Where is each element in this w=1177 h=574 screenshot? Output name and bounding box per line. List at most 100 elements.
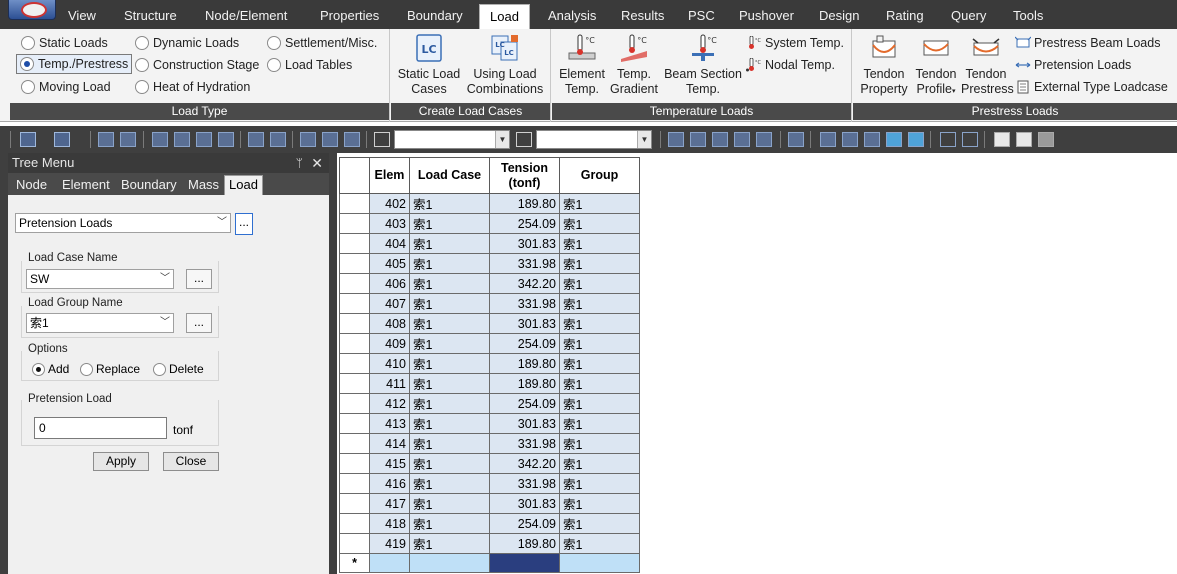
cell-elem[interactable]: 409 xyxy=(369,333,410,354)
cell-elem[interactable]: 407 xyxy=(369,293,410,314)
unselect-all-icon[interactable] xyxy=(344,132,360,147)
row-header[interactable] xyxy=(339,233,370,254)
cell-group[interactable]: 索1 xyxy=(559,473,640,494)
radio-dynamic-loads[interactable]: Dynamic Loads xyxy=(132,33,239,53)
tendon-profile-button[interactable]: Tendon Profile▾ xyxy=(911,33,961,99)
active-all-icon[interactable] xyxy=(712,132,728,147)
table-row[interactable]: 408 索1 301.83 索1 xyxy=(339,313,640,334)
select-all-icon[interactable] xyxy=(248,132,264,147)
cell-tension[interactable]: 254.09 xyxy=(489,333,560,354)
inactivate-icon[interactable] xyxy=(690,132,706,147)
select-intersect-icon[interactable] xyxy=(174,132,190,147)
new-row-cell-elem[interactable] xyxy=(369,553,410,573)
cell-elem[interactable]: 402 xyxy=(369,193,410,214)
cell-load-case[interactable]: 索1 xyxy=(409,313,490,334)
row-header[interactable] xyxy=(339,433,370,454)
cell-group[interactable]: 索1 xyxy=(559,533,640,554)
row-header[interactable] xyxy=(339,493,370,514)
cell-load-case[interactable]: 索1 xyxy=(409,453,490,474)
tab-element[interactable]: Element xyxy=(62,177,110,192)
identity-type-combo[interactable]: ▼ xyxy=(394,130,510,149)
cell-elem[interactable]: 411 xyxy=(369,373,410,394)
radio-settlement-misc[interactable]: Settlement/Misc. xyxy=(264,33,377,53)
element-temp-button[interactable]: °C Element Temp. xyxy=(554,33,610,97)
table-row[interactable]: 407 索1 331.98 索1 xyxy=(339,293,640,314)
table-row[interactable]: 419 索1 189.80 索1 xyxy=(339,533,640,554)
row-header[interactable] xyxy=(339,333,370,354)
new-row[interactable]: * xyxy=(339,553,640,573)
display-icon[interactable] xyxy=(886,132,902,147)
cell-load-case[interactable]: 索1 xyxy=(409,333,490,354)
hidden-icon[interactable] xyxy=(842,132,858,147)
cell-elem[interactable]: 404 xyxy=(369,233,410,254)
column-header-tension[interactable]: Tension (tonf) xyxy=(489,157,560,194)
cell-load-case[interactable]: 索1 xyxy=(409,433,490,454)
menu-node-element[interactable]: Node/Element xyxy=(205,8,287,23)
tab-load[interactable]: Load xyxy=(224,175,263,195)
row-header[interactable] xyxy=(339,373,370,394)
row-header[interactable] xyxy=(339,313,370,334)
cell-elem[interactable]: 405 xyxy=(369,253,410,274)
load-group-name-select[interactable]: 索1 ﹀ xyxy=(26,313,174,333)
lock-icon[interactable] xyxy=(1016,132,1032,147)
select-previous-icon[interactable] xyxy=(270,132,286,147)
cell-elem[interactable]: 414 xyxy=(369,433,410,454)
cell-group[interactable]: 索1 xyxy=(559,213,640,234)
node-number-icon[interactable] xyxy=(940,132,956,147)
cell-elem[interactable]: 413 xyxy=(369,413,410,434)
cell-tension[interactable]: 301.83 xyxy=(489,233,560,254)
prestress-beam-loads-button[interactable]: Prestress Beam Loads xyxy=(1015,34,1160,52)
select-volume-icon[interactable] xyxy=(218,132,234,147)
load-type-select[interactable]: Pretension Loads ﹀ xyxy=(15,213,231,233)
active-previous-icon[interactable] xyxy=(756,132,772,147)
row-header[interactable] xyxy=(339,253,370,274)
radio-static-loads[interactable]: Static Loads xyxy=(18,33,108,53)
pin-icon[interactable]: ᛘ xyxy=(296,153,303,173)
redo-icon[interactable] xyxy=(54,132,70,147)
table-row[interactable]: 413 索1 301.83 索1 xyxy=(339,413,640,434)
table-row[interactable]: 412 索1 254.09 索1 xyxy=(339,393,640,414)
cell-group[interactable]: 索1 xyxy=(559,313,640,334)
static-load-cases-button[interactable]: LC Static Load Cases xyxy=(397,33,461,97)
cell-tension[interactable]: 342.20 xyxy=(489,453,560,474)
cell-group[interactable]: 索1 xyxy=(559,513,640,534)
cell-tension[interactable]: 331.98 xyxy=(489,433,560,454)
table-row[interactable]: 415 索1 342.20 索1 xyxy=(339,453,640,474)
undo-icon[interactable] xyxy=(20,132,36,147)
cell-elem[interactable]: 418 xyxy=(369,513,410,534)
cell-elem[interactable]: 416 xyxy=(369,473,410,494)
table-row[interactable]: 418 索1 254.09 索1 xyxy=(339,513,640,534)
radio-load-tables[interactable]: Load Tables xyxy=(264,55,352,75)
cell-elem[interactable]: 417 xyxy=(369,493,410,514)
menu-view[interactable]: View xyxy=(68,8,96,23)
close-icon[interactable]: ✕ xyxy=(311,153,323,173)
row-header[interactable] xyxy=(339,513,370,534)
cell-group[interactable]: 索1 xyxy=(559,373,640,394)
select-polygon-icon[interactable] xyxy=(152,132,168,147)
cell-group[interactable]: 索1 xyxy=(559,353,640,374)
menu-analysis[interactable]: Analysis xyxy=(548,8,596,23)
cell-load-case[interactable]: 索1 xyxy=(409,473,490,494)
table-row[interactable]: 405 索1 331.98 索1 xyxy=(339,253,640,274)
cell-load-case[interactable]: 索1 xyxy=(409,493,490,514)
menu-tools[interactable]: Tools xyxy=(1013,8,1043,23)
radio-moving-load[interactable]: Moving Load xyxy=(18,77,111,97)
new-row-cell-load-case[interactable] xyxy=(409,553,490,573)
menu-psc[interactable]: PSC xyxy=(688,8,715,23)
row-header[interactable] xyxy=(339,413,370,434)
menu-boundary[interactable]: Boundary xyxy=(407,8,463,23)
active-identity-icon[interactable] xyxy=(788,132,804,147)
table-row[interactable]: 402 索1 189.80 索1 xyxy=(339,193,640,214)
table-row[interactable]: 403 索1 254.09 索1 xyxy=(339,213,640,234)
cell-tension[interactable]: 331.98 xyxy=(489,473,560,494)
table-row[interactable]: 409 索1 254.09 索1 xyxy=(339,333,640,354)
cell-group[interactable]: 索1 xyxy=(559,233,640,254)
beam-section-temp-button[interactable]: °C Beam Section Temp. xyxy=(660,33,746,97)
cell-load-case[interactable]: 索1 xyxy=(409,353,490,374)
zoom-fit-icon[interactable] xyxy=(820,132,836,147)
row-header[interactable] xyxy=(339,473,370,494)
row-header[interactable] xyxy=(339,273,370,294)
cell-group[interactable]: 索1 xyxy=(559,433,640,454)
apply-button[interactable]: Apply xyxy=(93,452,149,471)
cell-tension[interactable]: 342.20 xyxy=(489,273,560,294)
